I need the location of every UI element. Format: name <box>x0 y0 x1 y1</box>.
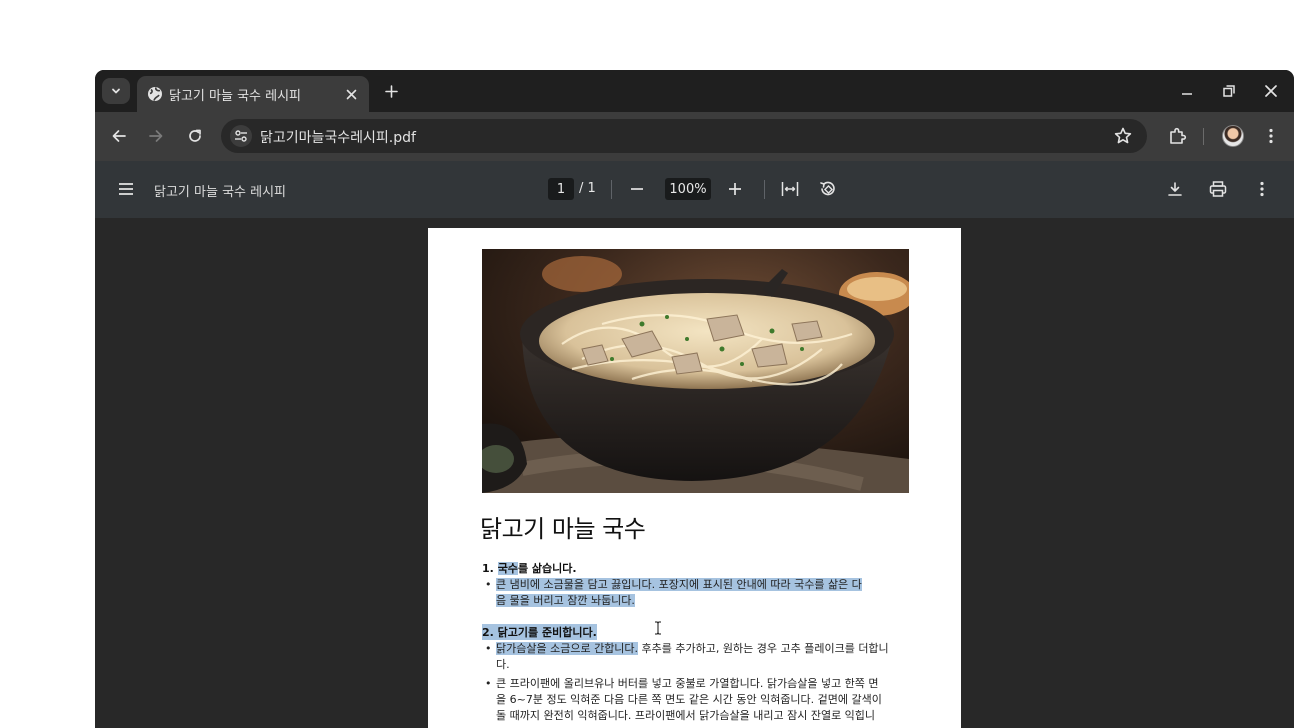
restore-icon <box>1223 85 1235 97</box>
noodle-bowl-image <box>482 249 909 493</box>
puzzle-icon <box>1170 127 1187 144</box>
pdf-viewer[interactable]: 닭고기 마늘 국수 1. 국수를 삶습니다. • 큰 냄비에 소금물을 담고 끓… <box>95 218 1294 728</box>
step-2-bullet-2-line2: 을 6~7분 정도 익혀준 다음 다른 쪽 면도 같은 시간 동안 익혀줍니다.… <box>496 693 882 706</box>
step-2-bullet-2-line3: 돌 때까지 완전히 익혀줍니다. 프라이팬에서 닭가슴살을 내리고 잠시 잔열로… <box>496 709 876 722</box>
fit-width-icon <box>781 182 799 196</box>
step-2-bullet-2: 큰 프라이팬에 올리브유나 버터를 넣고 중불로 가열합니다. 닭가슴살을 넣고… <box>496 676 882 724</box>
sidebar-toggle-button[interactable] <box>115 178 137 200</box>
tab-close-button[interactable] <box>341 84 361 104</box>
page-number-input[interactable]: 1 <box>548 178 574 200</box>
step-1-heading-highlight: 국수 <box>497 562 518 575</box>
pdf-more-button[interactable] <box>1251 178 1273 200</box>
globe-icon <box>148 87 162 101</box>
plus-icon <box>729 183 741 195</box>
plus-icon <box>384 84 398 98</box>
restore-button[interactable] <box>1216 80 1242 102</box>
pdf-toolbar-divider <box>611 180 612 199</box>
zoom-out-button[interactable] <box>626 178 648 200</box>
step-2-bullet-1: 닭가슴살을 소금으로 간합니다. 후추를 추가하고, 원하는 경우 고추 플레이… <box>496 641 889 673</box>
tune-icon <box>235 130 247 142</box>
print-button[interactable] <box>1207 178 1229 200</box>
text-cursor-icon <box>655 621 661 635</box>
profile-avatar[interactable] <box>1222 125 1244 147</box>
step-1-bullet: 큰 냄비에 소금물을 담고 끓입니다. 포장지에 표시된 안내에 따라 국수를 … <box>496 577 862 609</box>
pdf-toolbar: 닭고기 마늘 국수 레시피 1 / 1 100% <box>95 161 1294 218</box>
pdf-page: 닭고기 마늘 국수 1. 국수를 삶습니다. • 큰 냄비에 소금물을 담고 끓… <box>428 228 961 728</box>
url-text: 닭고기마늘국수레시피.pdf <box>260 130 416 146</box>
step-1-number: 1. <box>482 562 494 575</box>
arrow-left-icon <box>112 130 126 142</box>
step-2-bullet-2-line1: 큰 프라이팬에 올리브유나 버터를 넣고 중불로 가열합니다. 닭가슴살을 넣고… <box>496 677 879 690</box>
pdf-title: 닭고기 마늘 국수 레시피 <box>154 185 286 200</box>
tab-title: 닭고기 마늘 국수 레시피 <box>169 89 301 104</box>
step-2-bullet-1-rest: 후추를 추가하고, 원하는 경우 고추 플레이크를 더합니 <box>638 642 889 655</box>
more-vert-icon <box>1260 181 1264 197</box>
step-2-bullet-1-line2: 다. <box>496 658 510 671</box>
reload-button[interactable] <box>183 124 207 148</box>
site-info-button[interactable] <box>230 125 252 147</box>
close-icon <box>1265 85 1277 97</box>
minimize-icon <box>1182 93 1192 95</box>
rotate-button[interactable] <box>817 178 839 200</box>
forward-button[interactable] <box>144 124 168 148</box>
browser-window: 닭고기 마늘 국수 레시피 닭고기마늘국수레시피.pdf 닭고기 마늘 국수 레… <box>95 70 1294 728</box>
minus-icon <box>631 188 643 190</box>
step-2-bullet-1-highlight: 닭가슴살을 소금으로 간합니다. <box>496 642 639 655</box>
download-button[interactable] <box>1164 178 1186 200</box>
browser-menu-button[interactable] <box>1259 124 1283 148</box>
reload-icon <box>189 129 201 142</box>
step-1-heading-rest: 를 삶습니다. <box>517 562 577 575</box>
extensions-button[interactable] <box>1165 124 1189 148</box>
close-icon <box>346 89 356 99</box>
menu-icon <box>119 183 133 195</box>
toolbar-divider <box>1203 128 1204 145</box>
star-icon[interactable] <box>1113 126 1133 146</box>
bullet-marker: • <box>485 642 492 655</box>
bullet-marker: • <box>485 677 492 690</box>
new-tab-button[interactable] <box>379 80 403 102</box>
step-1-heading: 1. 국수를 삶습니다. <box>482 560 577 576</box>
tab-strip: 닭고기 마늘 국수 레시피 <box>95 70 1294 112</box>
minimize-button[interactable] <box>1174 80 1200 102</box>
download-icon <box>1168 182 1182 196</box>
zoom-level-input[interactable]: 100% <box>665 178 711 200</box>
step-2-heading: 2. 닭고기를 준비합니다. <box>482 624 597 640</box>
back-button[interactable] <box>107 124 131 148</box>
more-vert-icon <box>1269 128 1273 144</box>
tab-search-button[interactable] <box>102 78 130 104</box>
document-title: 닭고기 마늘 국수 <box>480 515 646 543</box>
close-window-button[interactable] <box>1258 80 1284 102</box>
fit-to-width-button[interactable] <box>779 178 801 200</box>
rotate-icon <box>820 181 835 196</box>
address-bar[interactable]: 닭고기마늘국수레시피.pdf <box>221 119 1147 153</box>
recipe-photo <box>482 249 909 493</box>
chevron-down-icon <box>112 88 120 94</box>
pdf-toolbar-divider <box>764 180 765 199</box>
browser-toolbar: 닭고기마늘국수레시피.pdf <box>95 112 1294 161</box>
step-1-bullet-line1: 큰 냄비에 소금물을 담고 끓입니다. 포장지에 표시된 안내에 따라 국수를 … <box>496 578 862 591</box>
active-tab[interactable]: 닭고기 마늘 국수 레시피 <box>137 76 369 112</box>
page-total: / 1 <box>579 181 596 196</box>
arrow-right-icon <box>149 130 163 142</box>
zoom-in-button[interactable] <box>724 178 746 200</box>
bullet-marker: • <box>485 578 492 591</box>
print-icon <box>1209 181 1227 197</box>
step-1-bullet-line2: 음 물을 버리고 잠깐 놔둡니다. <box>496 594 635 607</box>
